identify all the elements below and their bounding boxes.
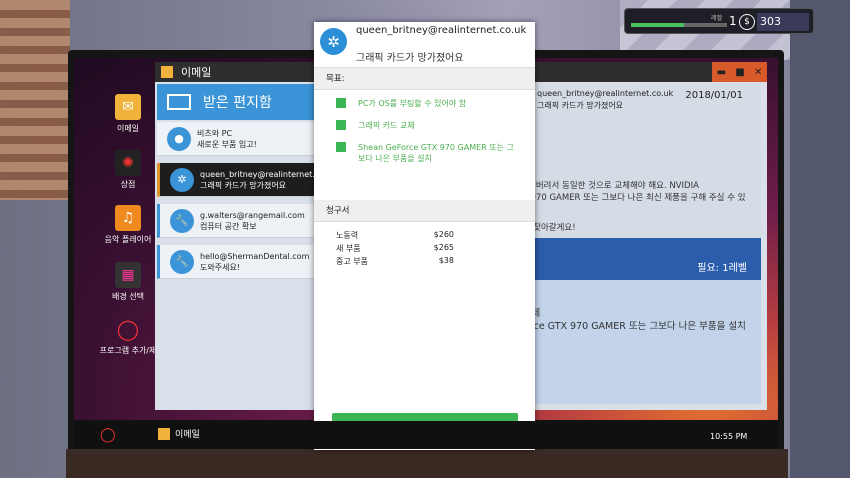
invoice-row: 중고 부품 $38	[336, 256, 454, 267]
fan-logo-icon: ✲	[170, 167, 194, 192]
objectives-list: PC가 OS를 부팅할 수 있어야 함 그래픽 카드 교체 Shean GeFo…	[314, 90, 535, 200]
email-icon	[158, 427, 170, 440]
objective-text: Shean GeForce GTX 970 GAMER 또는 그보다 나은 부품…	[358, 143, 514, 163]
window-blinds	[0, 0, 70, 200]
mail-subject: 그래픽 카드가 망가졌어요	[200, 180, 287, 190]
window-title: 이메일	[181, 66, 212, 79]
checkbox-icon	[336, 98, 346, 108]
mail-from: g.walters@rangemail.com	[200, 210, 305, 220]
currency-icon: $	[739, 14, 755, 30]
mail-subject: 도와주세요!	[200, 262, 241, 272]
mail-from: 비츠와 PC	[197, 128, 233, 138]
invoice-item: 새 부품	[336, 244, 361, 253]
start-button[interactable]: ◯	[100, 427, 116, 443]
reader-from: queen_britney@realinternet.co.uk	[537, 89, 674, 98]
checkbox-icon	[336, 120, 346, 130]
invoice-amount: $265	[433, 243, 454, 252]
taskbar-clock: 10:55 PM	[710, 432, 748, 441]
inbox-title: 받은 편지함	[203, 95, 272, 111]
modal-sender: queen_britney@realinternet.co.uk	[356, 25, 527, 36]
level-number: 1	[729, 14, 737, 28]
user-icon: ●	[167, 126, 191, 151]
xp-bar-fill	[631, 23, 684, 27]
mail-from: queen_britney@realinternet.com	[200, 169, 332, 179]
invoice-amount: $260	[433, 230, 454, 239]
invoice-title: 청구서	[314, 200, 535, 222]
checkbox-icon	[336, 142, 346, 152]
shop-icon: ✺	[115, 150, 141, 176]
xp-bar	[631, 23, 727, 27]
mail-subject: 컴퓨터 공간 확보	[200, 221, 257, 231]
reader-date: 2018/01/01	[685, 90, 743, 101]
wrench-icon: 🔧	[170, 249, 194, 274]
job-details-modal: ✲ queen_britney@realinternet.co.uk 그래픽 카…	[314, 22, 535, 450]
window-controls: ▬ ■ ✕	[712, 62, 767, 82]
minimize-icon[interactable]: ▬	[717, 67, 726, 78]
email-icon: ✉	[115, 94, 141, 120]
wall-edge	[790, 0, 850, 478]
invoice-item: 노동력	[336, 231, 359, 240]
objectives-title: 목표:	[314, 68, 535, 90]
close-icon[interactable]: ✕	[754, 67, 762, 78]
taskbar-item-email[interactable]: 이메일	[158, 427, 200, 440]
objective-text: 그래픽 카드 교체	[358, 121, 415, 130]
os-logo-icon: ◯	[100, 427, 116, 443]
maximize-icon[interactable]: ■	[735, 67, 744, 78]
level-label: 레벨	[711, 15, 723, 22]
modal-subject: 그래픽 카드가 망가졌어요	[356, 53, 464, 64]
level-requirement: 필요: 1레벨	[697, 263, 747, 274]
fan-logo-icon: ✲	[320, 28, 347, 55]
email-icon	[161, 66, 173, 78]
reader-subject: 그래픽 카드가 망가졌어요	[537, 101, 624, 110]
music-icon: ♫	[115, 205, 141, 231]
player-hud: 레벨 1 $ 303	[624, 8, 814, 34]
objective-text: PC가 OS를 부팅할 수 있어야 함	[358, 99, 467, 108]
taskbar-item-label: 이메일	[175, 430, 200, 440]
objective-item: PC가 OS를 부팅할 수 있어야 함	[336, 98, 466, 109]
envelope-icon	[167, 94, 191, 110]
mail-subject: 새로운 부품 입고!	[197, 139, 257, 149]
objective-item: Shean GeForce GTX 970 GAMER 또는 그보다 나은 부품…	[336, 142, 516, 164]
money-amount: 303	[757, 13, 809, 31]
modal-header: ✲ queen_britney@realinternet.co.uk 그래픽 카…	[314, 22, 535, 68]
invoice-row: 새 부품 $265	[336, 243, 454, 254]
invoice-amount: $38	[438, 256, 454, 265]
wrench-icon: 🔧	[170, 208, 194, 233]
reader-header: queen_britney@realinternet.co.uk 그래픽 카드가…	[537, 88, 673, 112]
invoice-total: 총계: $563	[500, 244, 531, 268]
total-value: $563	[500, 255, 531, 268]
invoice-row: 노동력 $260	[336, 230, 454, 241]
wallpaper-icon: ▦	[115, 262, 141, 288]
mail-from: hello@ShermanDental.com	[200, 251, 310, 261]
monitor-stand	[66, 449, 788, 478]
os-logo-icon: ◯	[116, 317, 140, 341]
invoice-item: 중고 부품	[336, 257, 368, 266]
objective-item: 그래픽 카드 교체	[336, 120, 415, 131]
